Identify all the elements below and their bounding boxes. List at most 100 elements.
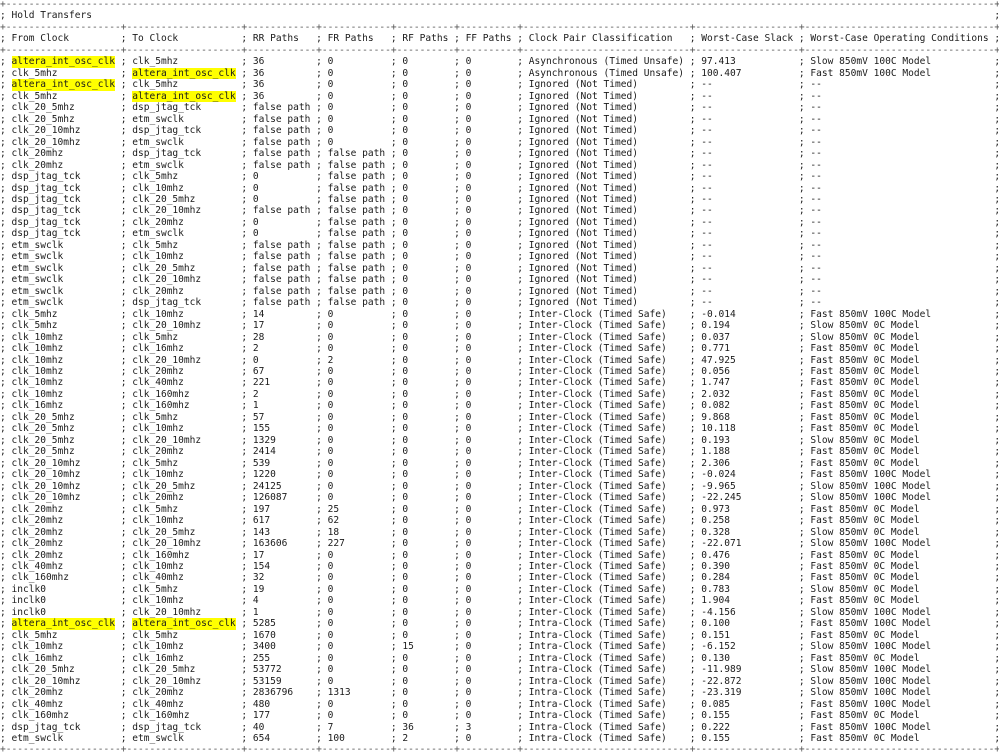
worst-case-slack-cell: -- bbox=[701, 102, 713, 114]
fr-paths-cell: 0 bbox=[327, 308, 334, 320]
to-clock-cell: clk_20_10mhz bbox=[132, 675, 202, 687]
table-row: ; clk_20_5mhz ; clk_5mhz ; 57 ; 0 ; 0 ; … bbox=[0, 412, 999, 423]
worst-case-slack-cell: 0.222 bbox=[701, 721, 730, 733]
worst-case-slack-cell: 9.868 bbox=[701, 411, 730, 423]
fr-paths-cell: false path bbox=[327, 251, 386, 263]
hold-transfers-report: +---------------------------------------… bbox=[0, 0, 999, 756]
operating-conditions-cell: -- bbox=[810, 274, 822, 286]
operating-conditions-cell: Fast 850mV 100C Model bbox=[810, 67, 932, 79]
rr-paths-cell: 36 bbox=[252, 79, 265, 91]
ff-paths-cell: 0 bbox=[465, 193, 472, 205]
rf-paths-cell: 0 bbox=[402, 572, 409, 584]
worst-case-slack-cell: -22.872 bbox=[701, 675, 742, 687]
classification-cell: Ignored (Not Timed) bbox=[528, 216, 638, 228]
table-row: ; clk_10mhz ; clk_160mhz ; 2 ; 0 ; 0 ; 0… bbox=[0, 389, 999, 400]
rf-paths-cell: 0 bbox=[402, 239, 409, 251]
to-clock-cell: clk_40mhz bbox=[132, 572, 184, 584]
classification-cell: Ignored (Not Timed) bbox=[528, 297, 638, 309]
classification-cell: Intra-Clock (Timed Safe) bbox=[528, 733, 667, 744]
classification-cell: Intra-Clock (Timed Safe) bbox=[528, 641, 667, 653]
worst-case-slack-cell: -- bbox=[701, 262, 713, 274]
rr-paths-cell: 36 bbox=[252, 67, 265, 79]
rr-paths-cell: 24125 bbox=[252, 480, 282, 492]
worst-case-slack-cell: 0.476 bbox=[701, 549, 730, 561]
ff-paths-cell: 0 bbox=[465, 228, 472, 240]
rf-paths-cell: 0 bbox=[402, 343, 409, 355]
from-clock-cell: dsp_jtag_tck bbox=[11, 205, 81, 217]
rf-paths-cell: 0 bbox=[402, 549, 409, 561]
ff-paths-cell: 0 bbox=[465, 297, 472, 309]
rf-paths-cell: 0 bbox=[402, 285, 409, 297]
from-clock-cell: clk_20mhz bbox=[11, 159, 64, 171]
rf-paths-cell: 0 bbox=[402, 492, 409, 504]
classification-cell: Ignored (Not Timed) bbox=[528, 90, 638, 102]
fr-paths-cell: 0 bbox=[327, 457, 334, 469]
rf-paths-cell: 0 bbox=[402, 262, 409, 274]
fr-paths-cell: 18 bbox=[327, 526, 340, 538]
worst-case-slack-cell: -9.965 bbox=[701, 480, 736, 492]
fr-paths-cell: 0 bbox=[327, 664, 334, 676]
from-clock-cell: clk_10mhz bbox=[11, 354, 64, 366]
worst-case-slack-cell: -- bbox=[701, 90, 713, 102]
operating-conditions-cell: Slow 850mV 0C Model bbox=[810, 526, 920, 538]
operating-conditions-cell: Slow 850mV 100C Model bbox=[810, 480, 932, 492]
from-clock-cell: clk_20mhz bbox=[11, 526, 64, 538]
rr-paths-cell: 1670 bbox=[252, 629, 276, 641]
table-row: ; clk_5mhz ; clk_10mhz ; 14 ; 0 ; 0 ; 0 … bbox=[0, 309, 999, 320]
rf-paths-cell: 0 bbox=[402, 583, 409, 595]
fr-paths-cell: 2 bbox=[327, 354, 334, 366]
rr-paths-cell: false path bbox=[252, 159, 311, 171]
rf-paths-cell: 0 bbox=[402, 136, 409, 148]
operating-conditions-cell: Slow 850mV 100C Model bbox=[810, 675, 932, 687]
ff-paths-cell: 0 bbox=[465, 549, 472, 561]
rr-paths-cell: 2 bbox=[252, 388, 259, 400]
operating-conditions-cell: Slow 850mV 100C Model bbox=[810, 56, 932, 68]
worst-case-slack-cell: -- bbox=[701, 113, 713, 125]
table-row: ; dsp_jtag_tck ; dsp_jtag_tck ; 40 ; 7 ;… bbox=[0, 722, 999, 733]
rr-paths-cell: 155 bbox=[252, 423, 271, 435]
table-row: ; clk_20mhz ; clk_20_5mhz ; 143 ; 18 ; 0… bbox=[0, 527, 999, 538]
to-clock-cell: clk_10mhz bbox=[132, 423, 184, 435]
rr-paths-cell: false path bbox=[252, 262, 311, 274]
border-line: +---------------------------------------… bbox=[0, 0, 999, 10]
rr-paths-cell: 255 bbox=[252, 652, 271, 664]
border-line: +--------------------+------------------… bbox=[0, 44, 999, 56]
worst-case-slack-cell: -- bbox=[701, 205, 713, 217]
rr-paths-cell: false path bbox=[252, 102, 311, 114]
classification-cell: Inter-Clock (Timed Safe) bbox=[528, 469, 667, 481]
table-row: ; dsp_jtag_tck ; clk_5mhz ; 0 ; false pa… bbox=[0, 171, 999, 182]
rf-paths-cell: 0 bbox=[402, 675, 409, 687]
rf-paths-cell: 0 bbox=[402, 664, 409, 676]
rr-paths-cell: 14 bbox=[252, 308, 265, 320]
classification-cell: Inter-Clock (Timed Safe) bbox=[528, 560, 667, 572]
operating-conditions-cell: Slow 850mV 100C Model bbox=[810, 606, 932, 618]
operating-conditions-cell: Fast 850mV 0C Model bbox=[810, 366, 920, 377]
rf-paths-cell: 0 bbox=[402, 251, 409, 263]
worst-case-slack-cell: -- bbox=[701, 297, 713, 309]
ff-paths-cell: 0 bbox=[465, 526, 472, 538]
rf-paths-cell: 0 bbox=[402, 411, 409, 423]
classification-cell: Inter-Clock (Timed Safe) bbox=[528, 492, 667, 504]
from-clock-cell: dsp_jtag_tck bbox=[11, 193, 81, 205]
table-row: ; clk_160mhz ; clk_40mhz ; 32 ; 0 ; 0 ; … bbox=[0, 572, 999, 583]
to-clock-cell: clk_20_10mhz bbox=[132, 538, 202, 550]
rf-paths-cell: 0 bbox=[402, 67, 409, 79]
fr-paths-cell: 0 bbox=[327, 572, 334, 584]
worst-case-slack-cell: 2.032 bbox=[701, 388, 730, 400]
from-clock-cell: clk_20_5mhz bbox=[11, 102, 75, 114]
table-row: ; etm_swclk ; clk_20_5mhz ; false path ;… bbox=[0, 263, 999, 274]
fr-paths-cell: FR Paths bbox=[327, 33, 374, 45]
fr-paths-cell: 0 bbox=[327, 492, 334, 504]
ff-paths-cell: 0 bbox=[465, 675, 472, 687]
rf-paths-cell: 36 bbox=[402, 721, 414, 733]
rf-paths-cell: 0 bbox=[402, 354, 409, 366]
fr-paths-cell: 0 bbox=[327, 583, 334, 595]
table-row: ; clk_10mhz ; clk_5mhz ; 28 ; 0 ; 0 ; 0 … bbox=[0, 332, 999, 343]
rf-paths-cell: 0 bbox=[402, 377, 409, 389]
fr-paths-cell: 0 bbox=[327, 377, 334, 389]
from-clock-cell: clk_20_5mhz bbox=[11, 423, 75, 435]
classification-cell: Inter-Clock (Timed Safe) bbox=[528, 388, 667, 400]
classification-cell: Ignored (Not Timed) bbox=[528, 148, 638, 160]
operating-conditions-cell: -- bbox=[810, 171, 822, 183]
fr-paths-cell: 62 bbox=[327, 515, 340, 527]
